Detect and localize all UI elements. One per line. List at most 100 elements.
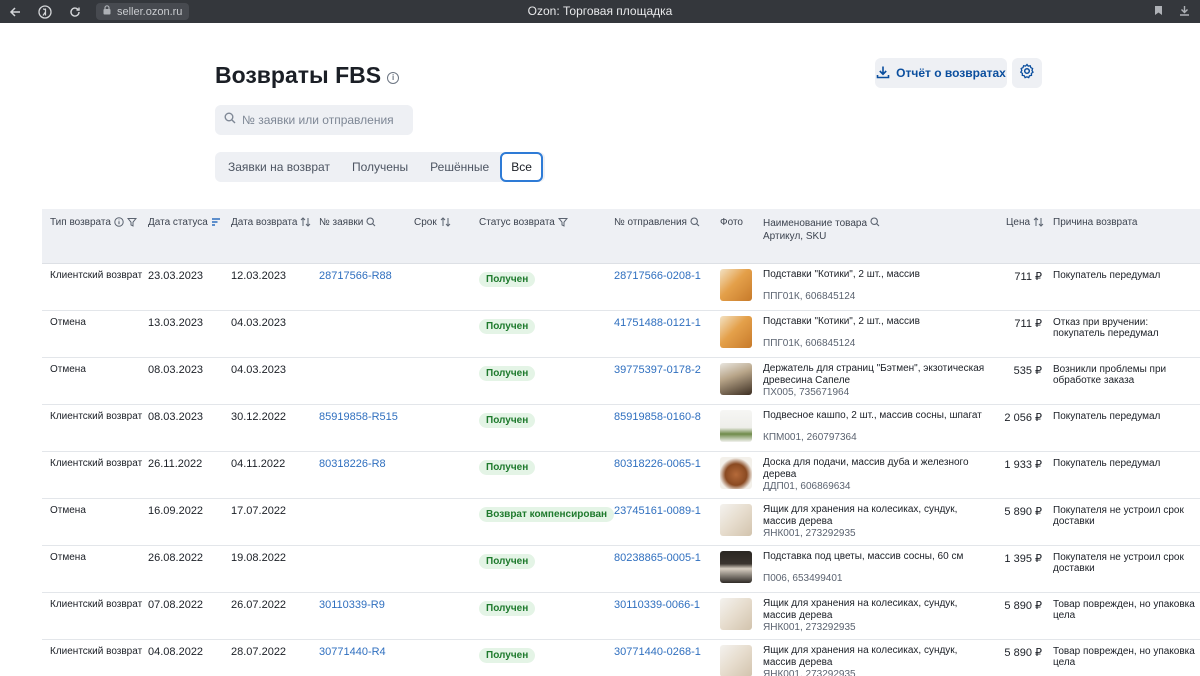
shipment-number-link[interactable]: 80238865-0005-1 [614,552,701,564]
back-arrow-icon[interactable] [0,0,30,23]
tab-1[interactable]: Получены [341,152,419,182]
page-title: Возвраты FBS i [215,62,400,89]
reload-icon[interactable] [60,0,90,23]
info-icon[interactable] [114,217,124,230]
search-input[interactable] [242,113,402,127]
table-row[interactable]: Клиентский возврат 23.03.2023 12.03.2023 28… [42,264,1200,311]
product-sku: КПМ001, 260797364 [763,432,857,443]
header-return-status[interactable]: Статус возврата [479,217,568,230]
sort-icon[interactable] [440,217,451,230]
shipment-number-link[interactable]: 30771440-0268-1 [614,646,701,658]
product-name[interactable]: Держатель для страниц "Бэтмен", экзотиче… [763,363,993,387]
search-icon [224,111,236,129]
tab-0[interactable]: Заявки на возврат [217,152,341,182]
table-row[interactable]: Клиентский возврат 07.08.2022 26.07.2022 30… [42,593,1200,640]
status-badge: Получен [479,460,536,475]
filter-icon[interactable] [557,217,568,230]
bookmark-icon[interactable] [1154,3,1163,21]
return-type: Клиентский возврат [50,270,143,281]
downloads-icon[interactable] [1179,3,1190,21]
return-reason: Отказ при вручении: покупатель передумал [1053,317,1159,339]
product-photo[interactable] [720,598,752,630]
search-box[interactable] [215,105,413,135]
product-info: Доска для подачи, массив дуба и железног… [763,457,993,493]
product-name[interactable]: Доска для подачи, массив дуба и железног… [763,457,993,481]
product-sku: ЯНК001, 273292935 [763,528,856,539]
filter-icon[interactable] [126,217,137,230]
returns-report-button[interactable]: Отчёт о возвратах [875,58,1007,88]
status-date: 13.03.2023 [148,317,204,329]
product-photo[interactable] [720,269,752,301]
address-bar[interactable]: seller.ozon.ru [96,3,190,20]
product-photo[interactable] [720,363,752,395]
shipment-number-link[interactable]: 41751488-0121-1 [614,317,701,329]
table-row[interactable]: Отмена 08.03.2023 04.03.2023 Получен 3977539… [42,358,1200,405]
product-photo[interactable] [720,410,752,442]
table-row[interactable]: Отмена 13.03.2023 04.03.2023 Получен 4175148… [42,311,1200,358]
returns-table: Тип возврата Дата статуса Дата возврата … [42,209,1200,676]
return-date: 04.11.2022 [231,458,286,470]
product-photo[interactable] [720,316,752,348]
shipment-number-link[interactable]: 30110339-0066-1 [614,599,700,611]
shipment-number-link[interactable]: 23745161-0089-1 [614,505,701,517]
header-product[interactable]: Наименование товара Артикул, SKU [763,217,880,242]
table-row[interactable]: Отмена 26.08.2022 19.08.2022 Получен 8023886… [42,546,1200,593]
request-number-link[interactable]: 85919858-R515 [319,411,398,423]
request-number-link[interactable]: 80318226-R8 [319,458,386,470]
status-badge: Получен [479,413,536,428]
return-date: 19.08.2022 [231,552,287,564]
header-price[interactable]: Цена [1006,217,1044,230]
browser-toolbar: seller.ozon.ru Ozon: Торговая площадка [0,0,1200,23]
product-photo[interactable] [720,551,752,583]
search-icon[interactable] [870,217,880,230]
return-type: Отмена [50,552,86,563]
product-name[interactable]: Подставки "Котики", 2 шт., массив [763,316,993,328]
shipment-number-link[interactable]: 39775397-0178-2 [614,364,701,376]
product-info: Подставки "Котики", 2 шт., массив ППГ01К,… [763,269,993,303]
table-header: Тип возврата Дата статуса Дата возврата … [42,209,1200,264]
header-status-date[interactable]: Дата статуса [148,217,221,230]
shipment-number-link[interactable]: 85919858-0160-8 [614,411,701,423]
return-reason: Покупатель передумал [1053,411,1161,422]
header-return-date[interactable]: Дата возврата [231,217,311,230]
product-photo[interactable] [720,457,752,489]
sort-icon[interactable] [1033,217,1044,230]
return-date: 12.03.2023 [231,270,287,282]
product-name[interactable]: Подвесное кашпо, 2 шт., массив сосны, шп… [763,410,993,422]
request-number-link[interactable]: 30771440-R4 [319,646,386,658]
header-term[interactable]: Срок [414,217,451,230]
product-info: Ящик для хранения на колесиках, сундук, … [763,598,993,634]
product-name[interactable]: Подставки "Котики", 2 шт., массив [763,269,993,281]
sort-icon[interactable] [300,217,311,230]
product-name[interactable]: Ящик для хранения на колесиках, сундук, … [763,645,993,669]
table-row[interactable]: Клиентский возврат 08.03.2023 30.12.2022 85… [42,405,1200,452]
status-badge: Получен [479,648,536,663]
status-badge: Получен [479,554,536,569]
download-icon [876,65,890,82]
product-info: Держатель для страниц "Бэтмен", экзотиче… [763,363,993,399]
shipment-number-link[interactable]: 80318226-0065-1 [614,458,701,470]
tab-3[interactable]: Все [500,152,543,182]
header-request-no[interactable]: № заявки [319,217,376,230]
yandex-logo-icon[interactable] [30,0,60,23]
table-row[interactable]: Отмена 16.09.2022 17.07.2022 Возврат компен… [42,499,1200,546]
tab-2[interactable]: Решённые [419,152,500,182]
search-icon[interactable] [366,217,376,230]
settings-button[interactable] [1012,58,1042,88]
header-shipment-no[interactable]: № отправления [614,217,700,230]
product-photo[interactable] [720,645,752,676]
request-number-link[interactable]: 28717566-R88 [319,270,392,282]
shipment-number-link[interactable]: 28717566-0208-1 [614,270,701,282]
search-icon[interactable] [690,217,700,230]
table-row[interactable]: Клиентский возврат 04.08.2022 28.07.2022 30… [42,640,1200,676]
request-number-link[interactable]: 30110339-R9 [319,599,385,611]
table-row[interactable]: Клиентский возврат 26.11.2022 04.11.2022 80… [42,452,1200,499]
product-name[interactable]: Ящик для хранения на колесиках, сундук, … [763,598,993,622]
sort-active-icon[interactable] [211,217,221,230]
product-name[interactable]: Ящик для хранения на колесиках, сундук, … [763,504,993,528]
return-type: Клиентский возврат [50,411,143,422]
product-name[interactable]: Подставка под цветы, массив сосны, 60 см [763,551,993,563]
info-icon[interactable]: i [387,71,400,84]
header-return-type[interactable]: Тип возврата [50,217,137,230]
product-photo[interactable] [720,504,752,536]
